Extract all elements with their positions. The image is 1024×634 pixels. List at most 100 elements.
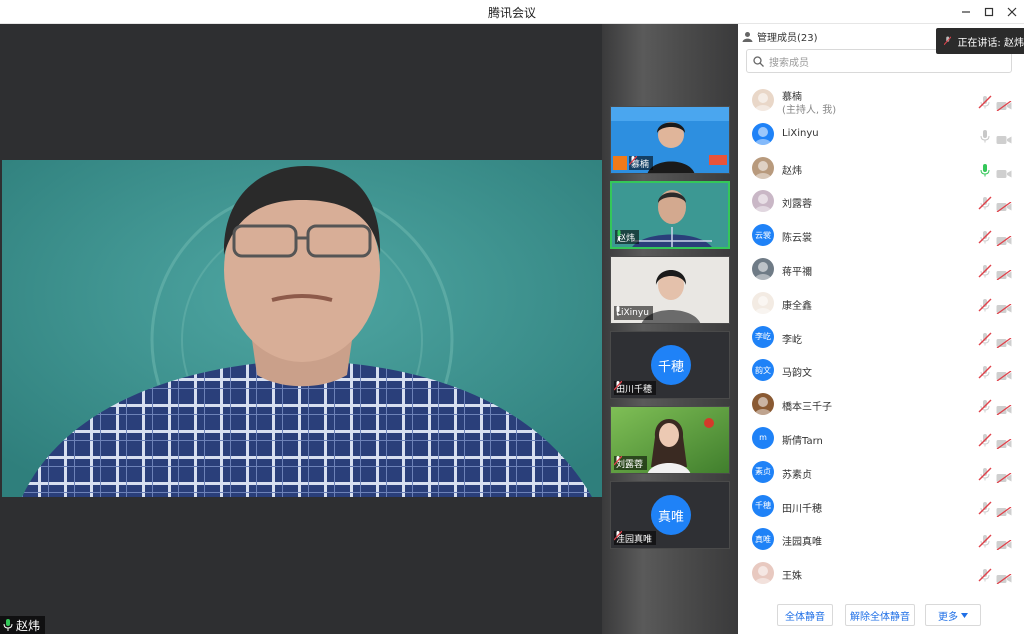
member-name: 马韵文 — [782, 368, 812, 380]
member-row[interactable]: 康全鑫 — [738, 287, 1024, 321]
thumbnail-6-label: 洼园真唯 — [614, 531, 657, 545]
thumbnail-3-label: LiXinyu — [614, 306, 653, 320]
thumbnail-5-label: 刘露蓉 — [614, 456, 648, 470]
main-video-name-tag: 赵炜 — [0, 616, 46, 634]
speaking-toast-label: 正在讲话: 赵炜 — [957, 37, 1024, 49]
member-name: 斯倩Tarn — [782, 435, 823, 447]
avatar — [752, 257, 774, 280]
member-role: (主持人, 我) — [782, 105, 837, 116]
member-name: 洼园真唯 — [782, 537, 822, 549]
member-row[interactable]: 王姝 — [738, 557, 1024, 591]
mic-speaking-icon[interactable] — [978, 162, 992, 177]
mic-muted-icon — [614, 531, 622, 541]
member-row[interactable]: LiXinyu — [738, 118, 1024, 152]
camera-off-icon[interactable] — [996, 366, 1012, 382]
thumbnail-strip: 慕楠 赵炜 LiXinyu 千穂 田川千穂 刘露蓉 真唯 洼园真唯 — [602, 24, 738, 634]
panel-footer: 全体静音 解除全体静音 更多 — [738, 598, 1024, 634]
member-name: 苏素贞 — [782, 469, 812, 481]
camera-off-icon[interactable] — [996, 299, 1012, 315]
member-row[interactable]: 蒋平禰 — [738, 253, 1024, 287]
participants-panel: 管理成员(23) 搜索成员 慕楠 (主持人, 我) LiXinyu 赵炜刘露蓉云裳 陈云… — [738, 24, 1024, 634]
member-row[interactable]: 素贞 苏素贞 — [738, 456, 1024, 490]
search-placeholder: 搜索成员 — [769, 57, 809, 69]
thumbnail-4-avatar: 千穂 — [651, 345, 691, 385]
member-row[interactable]: 橋本三千子 — [738, 388, 1024, 422]
more-button[interactable]: 更多 — [925, 604, 981, 626]
avatar: m — [752, 426, 774, 449]
mic-muted-icon — [614, 381, 622, 391]
minimize-button[interactable] — [955, 2, 977, 22]
panel-title: 管理成员(23) — [757, 33, 818, 44]
camera-off-icon[interactable] — [996, 434, 1012, 450]
title-bar: 腾讯会议 — [0, 0, 1024, 24]
camera-off-icon[interactable] — [996, 502, 1012, 518]
member-name: 刘露蓉 — [782, 199, 812, 211]
host-badge-icon — [613, 156, 627, 170]
mic-muted-icon[interactable] — [978, 263, 992, 278]
camera-icon[interactable] — [996, 130, 1012, 144]
mic-muted-icon[interactable] — [978, 500, 992, 515]
main-video-name: 赵炜 — [16, 618, 41, 633]
mic-muted-icon[interactable] — [978, 398, 992, 413]
panel-header: 管理成员(23) — [742, 29, 818, 44]
avatar — [752, 190, 774, 213]
camera-off-icon[interactable] — [996, 468, 1012, 484]
more-button-label: 更多 — [938, 611, 958, 623]
avatar — [752, 122, 774, 145]
maximize-button[interactable] — [978, 2, 1000, 22]
avatar — [752, 156, 774, 179]
minimize-icon — [962, 11, 970, 13]
member-name: 蒋平禰 — [782, 266, 812, 278]
camera-off-icon[interactable] — [996, 400, 1012, 416]
member-row[interactable]: 真唯 洼园真唯 — [738, 523, 1024, 557]
thumbnail-6[interactable]: 真唯 洼园真唯 — [610, 481, 730, 549]
main-video[interactable] — [2, 160, 602, 497]
member-row[interactable]: 刘露蓉 — [738, 185, 1024, 219]
thumbnail-4[interactable]: 千穂 田川千穂 — [610, 331, 730, 399]
mic-muted-icon — [614, 456, 622, 466]
member-row[interactable]: 李屹 李屹 — [738, 321, 1024, 355]
camera-icon[interactable] — [996, 164, 1012, 178]
thumbnail-3[interactable]: LiXinyu — [610, 256, 730, 324]
avatar: 素贞 — [752, 460, 774, 483]
mic-on-icon[interactable] — [978, 128, 992, 143]
mic-muted-icon — [944, 36, 952, 46]
member-row[interactable]: 慕楠 (主持人, 我) — [738, 84, 1024, 118]
member-name: 陈云裳 — [782, 233, 812, 245]
member-name: 康全鑫 — [782, 300, 812, 312]
mic-muted-icon[interactable] — [978, 331, 992, 346]
member-row[interactable]: 千穂 田川千穂 — [738, 490, 1024, 524]
thumbnail-2[interactable]: 赵炜 — [610, 181, 730, 249]
camera-off-icon[interactable] — [996, 569, 1012, 585]
mic-muted-icon[interactable] — [978, 567, 992, 582]
camera-off-icon[interactable] — [996, 231, 1012, 247]
mic-muted-icon[interactable] — [978, 466, 992, 481]
mic-muted-icon[interactable] — [978, 432, 992, 447]
close-button[interactable] — [1001, 2, 1023, 22]
mic-muted-icon[interactable] — [978, 297, 992, 312]
mic-muted-icon[interactable] — [978, 229, 992, 244]
member-row[interactable]: 赵炜 — [738, 152, 1024, 186]
thumbnail-4-label: 田川千穂 — [614, 381, 657, 395]
camera-off-icon[interactable] — [996, 535, 1012, 551]
thumbnail-5[interactable]: 刘露蓉 — [610, 406, 730, 474]
avatar: 云裳 — [752, 224, 774, 247]
main-video-frame — [2, 160, 602, 497]
camera-off-icon[interactable] — [996, 96, 1012, 112]
mic-muted-icon[interactable] — [978, 533, 992, 548]
maximize-icon — [984, 7, 994, 17]
unmute-all-button[interactable]: 解除全体静音 — [845, 604, 915, 626]
mic-muted-icon[interactable] — [978, 195, 992, 210]
member-row[interactable]: 韵文 马韵文 — [738, 354, 1024, 388]
mute-all-button[interactable]: 全体静音 — [777, 604, 833, 626]
camera-off-icon[interactable] — [996, 333, 1012, 349]
camera-off-icon[interactable] — [996, 265, 1012, 281]
member-row[interactable]: 云裳 陈云裳 — [738, 219, 1024, 253]
member-row[interactable]: m 斯倩Tarn — [738, 422, 1024, 456]
mic-muted-icon[interactable] — [978, 94, 992, 109]
thumbnail-1[interactable]: 慕楠 — [610, 106, 730, 174]
member-list: 慕楠 (主持人, 我) LiXinyu 赵炜刘露蓉云裳 陈云裳蒋平禰康全鑫李屹 李屹 韵文马… — [738, 84, 1024, 591]
mic-muted-icon[interactable] — [978, 364, 992, 379]
mic-on-icon — [616, 306, 620, 316]
camera-off-icon[interactable] — [996, 197, 1012, 213]
